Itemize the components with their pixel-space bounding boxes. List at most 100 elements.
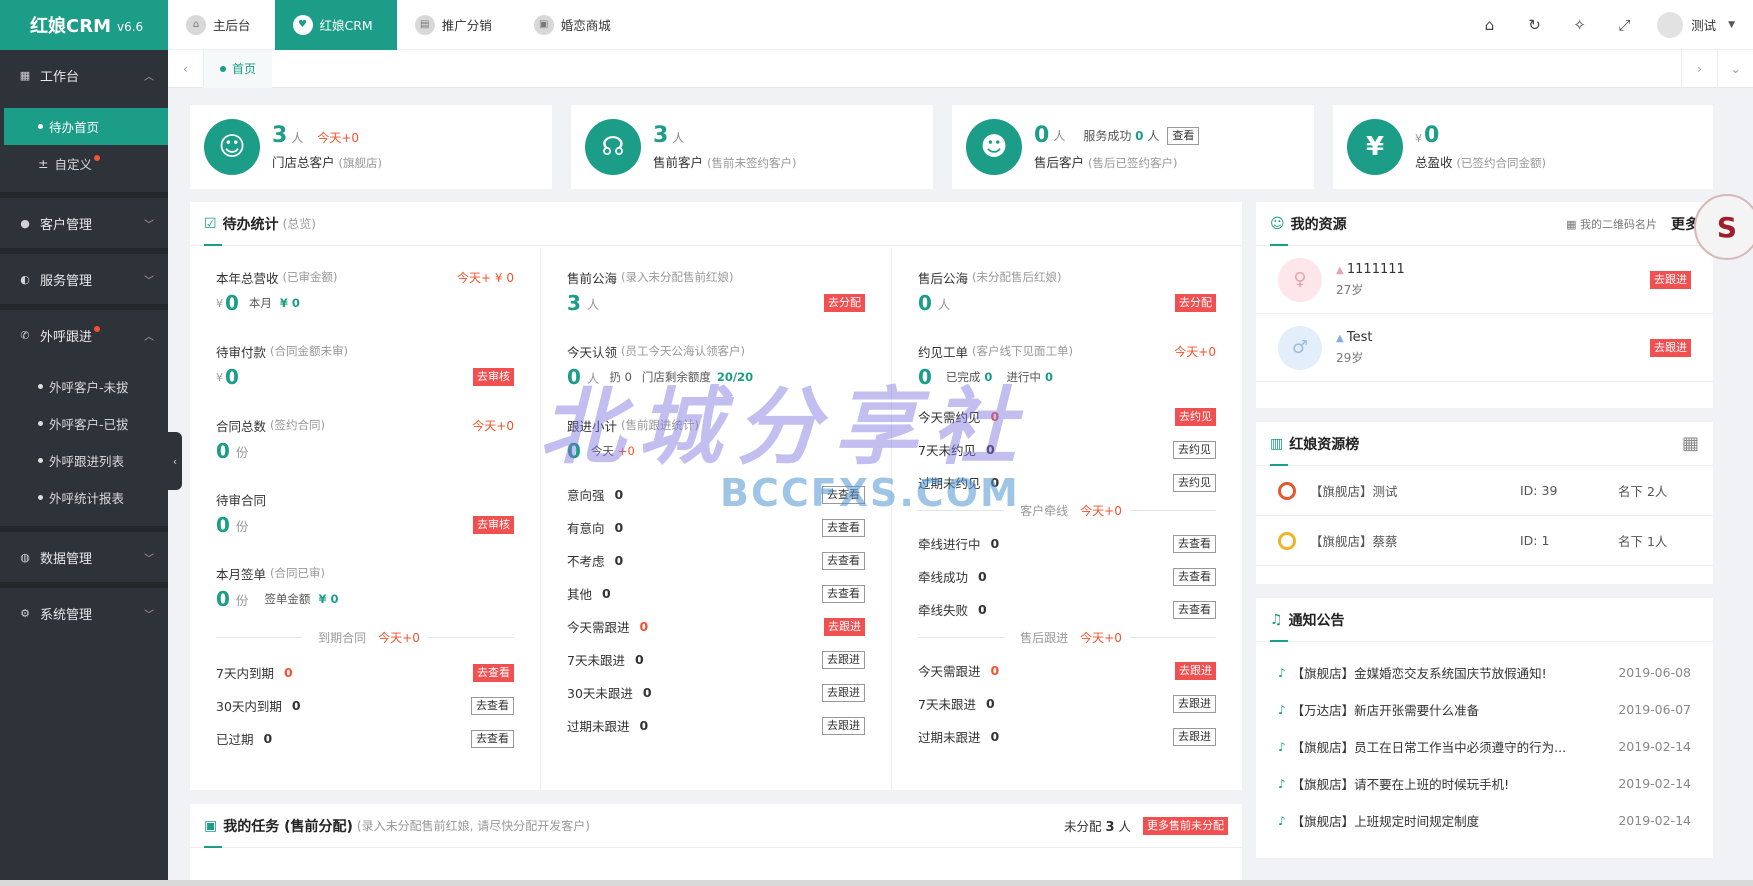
row-label: 本年总营收: [216, 270, 279, 286]
menu-label: 工作台: [40, 69, 80, 85]
review-contract-button[interactable]: 去审核: [473, 516, 514, 534]
tab-main-backend[interactable]: ⌂ 主后台: [168, 0, 275, 50]
sidebar-item-outbound-dialed[interactable]: 外呼客户-已拔: [0, 405, 168, 442]
panel-title-text: 我的任务 (售前分配): [223, 818, 353, 835]
assign-button[interactable]: 去分配: [824, 294, 865, 312]
sidebar-item-outbound-list[interactable]: 外呼跟进列表: [0, 442, 168, 479]
notice-item[interactable]: ♪ 【旗舰店】上班规定时间规定制度 2019-02-14: [1256, 802, 1713, 839]
menu-group-outbound: ✆ 外呼跟进 ︿ 外呼客户-未拔 外呼客户-已拔 外呼跟进列表 外呼统计报表: [0, 310, 168, 532]
sidebar-item-outbound-report[interactable]: 外呼统计报表: [0, 479, 168, 516]
follow-summary-row: 跟进小计 (售前跟进统计): [567, 414, 865, 436]
action-button[interactable]: 去约见: [1175, 407, 1216, 426]
resource-name: Test: [1346, 329, 1373, 345]
menu-label: 服务管理: [40, 273, 93, 289]
view-button[interactable]: 去查看: [471, 729, 514, 748]
tab-distribution[interactable]: ▤ 推广分销: [397, 0, 516, 50]
sidebar-item-outbound-undialed[interactable]: 外呼客户-未拔: [0, 368, 168, 405]
sidebar-item-label: 待办首页: [49, 120, 100, 135]
chevron-down-icon: ﹀: [144, 554, 154, 565]
menu-customers[interactable]: ● 客户管理 ﹀: [0, 198, 168, 248]
data-icon: ◍: [20, 550, 30, 564]
avatar-female: ♀: [1278, 257, 1322, 302]
menu-system[interactable]: ⚙ 系统管理 ﹀: [0, 588, 168, 638]
floating-s-badge[interactable]: S: [1694, 194, 1753, 260]
action-button[interactable]: 去约见: [1173, 440, 1216, 459]
action-button[interactable]: 去查看: [822, 584, 865, 603]
action-button[interactable]: 去查看: [1173, 600, 1216, 619]
action-button[interactable]: 去跟进: [822, 716, 865, 735]
sidebar-item-label: 外呼跟进列表: [49, 454, 125, 469]
stat-unit: 人: [291, 131, 304, 145]
sidebar-item-todo-home[interactable]: 待办首页: [4, 108, 168, 145]
action-button[interactable]: 去查看: [1173, 567, 1216, 586]
notice-item[interactable]: ♪ 【旗舰店】金媒婚恋交友系统国庆节放假通知! 2019-06-08: [1256, 654, 1713, 691]
view-button[interactable]: 去查看: [471, 696, 514, 715]
follow-today-label: 今天: [590, 444, 614, 458]
page-tab-home[interactable]: 首页: [204, 49, 273, 88]
refresh-icon[interactable]: ↻: [1512, 16, 1557, 34]
tabs-dropdown-button[interactable]: ⌄: [1717, 49, 1753, 88]
home-icon[interactable]: ⌂: [1467, 16, 1512, 34]
row-label: 约见工单: [918, 344, 969, 360]
service-success-num: 0: [1135, 129, 1144, 143]
action-button[interactable]: 去跟进: [822, 683, 865, 702]
divider-title: 到期合同: [318, 630, 367, 645]
row-today: 今天+0: [472, 418, 514, 433]
list-item: 过期未跟进 0 去跟进: [567, 709, 865, 742]
tab-crm[interactable]: ♥ 红娘CRM: [274, 0, 397, 50]
notice-item[interactable]: ♪ 【旗舰店】请不要在上班的时候玩手机! 2019-02-14: [1256, 765, 1713, 802]
qr-card-link[interactable]: ▦ 我的二维码名片: [1566, 216, 1657, 232]
follow-up-button[interactable]: 去跟进: [1650, 338, 1691, 357]
sidebar-collapse-handle[interactable]: ‹: [168, 432, 182, 490]
panel-title-text: 红娘资源榜: [1289, 436, 1360, 453]
follow-list: 意向强 0 去查看 有意向 0 去查看 不考虑 0 去查看 其他 0 去查看 今天需跟进 0 去跟进 7天未跟…: [567, 478, 865, 742]
action-button[interactable]: 去跟进: [822, 650, 865, 669]
rank-count: 名下 2人: [1618, 484, 1668, 499]
rank-id: ID: 39: [1520, 483, 1558, 498]
menu-outbound[interactable]: ✆ 外呼跟进 ︿: [0, 310, 168, 360]
user-menu[interactable]: 测试 ▼: [1657, 11, 1735, 38]
tab-mall[interactable]: ▣ 婚恋商城: [516, 0, 635, 50]
action-button[interactable]: 去跟进: [1173, 727, 1216, 746]
menu-workbench[interactable]: ▦ 工作台 ︿: [0, 50, 168, 100]
assign-button[interactable]: 去分配: [1175, 294, 1216, 312]
menu-data[interactable]: ◍ 数据管理 ﹀: [0, 532, 168, 582]
user-icon: ●: [20, 216, 30, 230]
notice-item[interactable]: ♪ 【旗舰店】员工在日常工作当中必须遵守的行为... 2019-02-14: [1256, 728, 1713, 765]
action-button[interactable]: 去查看: [822, 518, 865, 537]
sidebar-item-custom[interactable]: ± 自定义: [0, 145, 168, 182]
row-label: 7天内到期: [216, 666, 274, 681]
app-logo[interactable]: 红娘CRM v6.6: [0, 0, 168, 50]
horizontal-scrollbar[interactable]: [0, 880, 1753, 886]
unassigned-count: 未分配 3 人: [1064, 816, 1131, 835]
aftersale-pool-row: 售后公海 (未分配售后红娘): [918, 266, 1216, 288]
action-button[interactable]: 去跟进: [1175, 661, 1216, 680]
clear-cache-icon[interactable]: ✧: [1557, 16, 1602, 34]
notice-date: 2019-02-14: [1618, 776, 1691, 791]
view-service-button[interactable]: 查看: [1167, 126, 1200, 145]
action-button[interactable]: 去跟进: [824, 617, 865, 636]
scroll-right-button[interactable]: ›: [1681, 49, 1717, 88]
month-value: ¥ 0: [279, 296, 300, 310]
notice-item[interactable]: ♪ 【万达店】新店开张需要什么准备 2019-06-07: [1256, 691, 1713, 728]
qrcode-icon[interactable]: ▦: [1682, 433, 1699, 454]
list-item: 今天需跟进 0 去跟进: [567, 610, 865, 643]
follow-up-button[interactable]: 去跟进: [1650, 270, 1691, 289]
action-button[interactable]: 去查看: [822, 485, 865, 504]
row-unit: 人: [937, 296, 951, 312]
menu-service[interactable]: ◐ 服务管理 ﹀: [0, 254, 168, 304]
action-button[interactable]: 去约见: [1173, 473, 1216, 492]
fullscreen-icon[interactable]: ⤢: [1602, 16, 1647, 34]
follow-summary-value: 0: [567, 439, 581, 463]
action-button[interactable]: 去跟进: [1173, 694, 1216, 713]
more-unassigned-button[interactable]: 更多售前未分配: [1143, 816, 1228, 835]
review-payment-button[interactable]: 去审核: [473, 368, 514, 386]
row-sublabel: (已审金额): [282, 270, 338, 284]
action-button[interactable]: 去查看: [822, 551, 865, 570]
scroll-left-button[interactable]: ‹: [168, 49, 204, 88]
list-item: 30天内到期 0 去查看: [216, 689, 514, 722]
chevron-down-icon: ⌄: [1730, 61, 1741, 76]
view-button[interactable]: 去查看: [473, 663, 514, 682]
action-button[interactable]: 去查看: [1173, 534, 1216, 553]
headset-icon: ☊: [585, 119, 641, 175]
